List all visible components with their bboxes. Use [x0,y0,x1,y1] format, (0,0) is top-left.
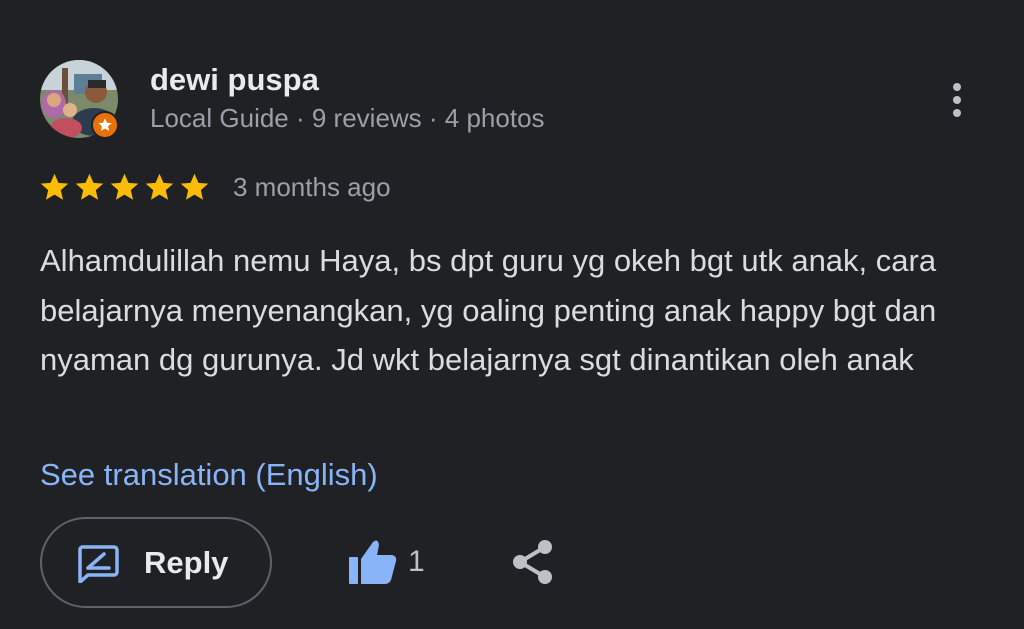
rating-row: 3 months ago [38,168,391,206]
local-guide-star-icon [91,111,119,139]
avatar[interactable] [40,60,120,140]
star-icon [110,173,139,200]
thumb-up-icon [349,540,397,584]
see-translation-link[interactable]: See translation (English) [40,457,378,493]
like-button[interactable]: 1 [348,537,425,587]
like-count: 1 [408,545,425,578]
star-icon [40,173,69,200]
star-icon [75,173,104,200]
reply-label: Reply [144,544,229,580]
review-card: dewi puspa Local Guide · 9 reviews · 4 p… [0,0,1024,629]
reply-button[interactable]: Reply [40,517,272,608]
review-date: 3 months ago [233,171,391,202]
star-icon [145,173,174,200]
author-name[interactable]: dewi puspa [150,62,319,98]
share-button[interactable] [510,538,556,586]
share-icon [513,540,552,584]
more-vert-icon [953,83,961,91]
review-text: Alhamdulillah nemu Haya, bs dpt guru yg … [40,243,937,377]
reply-icon [78,544,119,583]
author-meta: Local Guide · 9 reviews · 4 photos [150,103,545,133]
star-rating [38,171,211,204]
more-options-button[interactable] [937,75,977,125]
star-icon [180,173,209,200]
